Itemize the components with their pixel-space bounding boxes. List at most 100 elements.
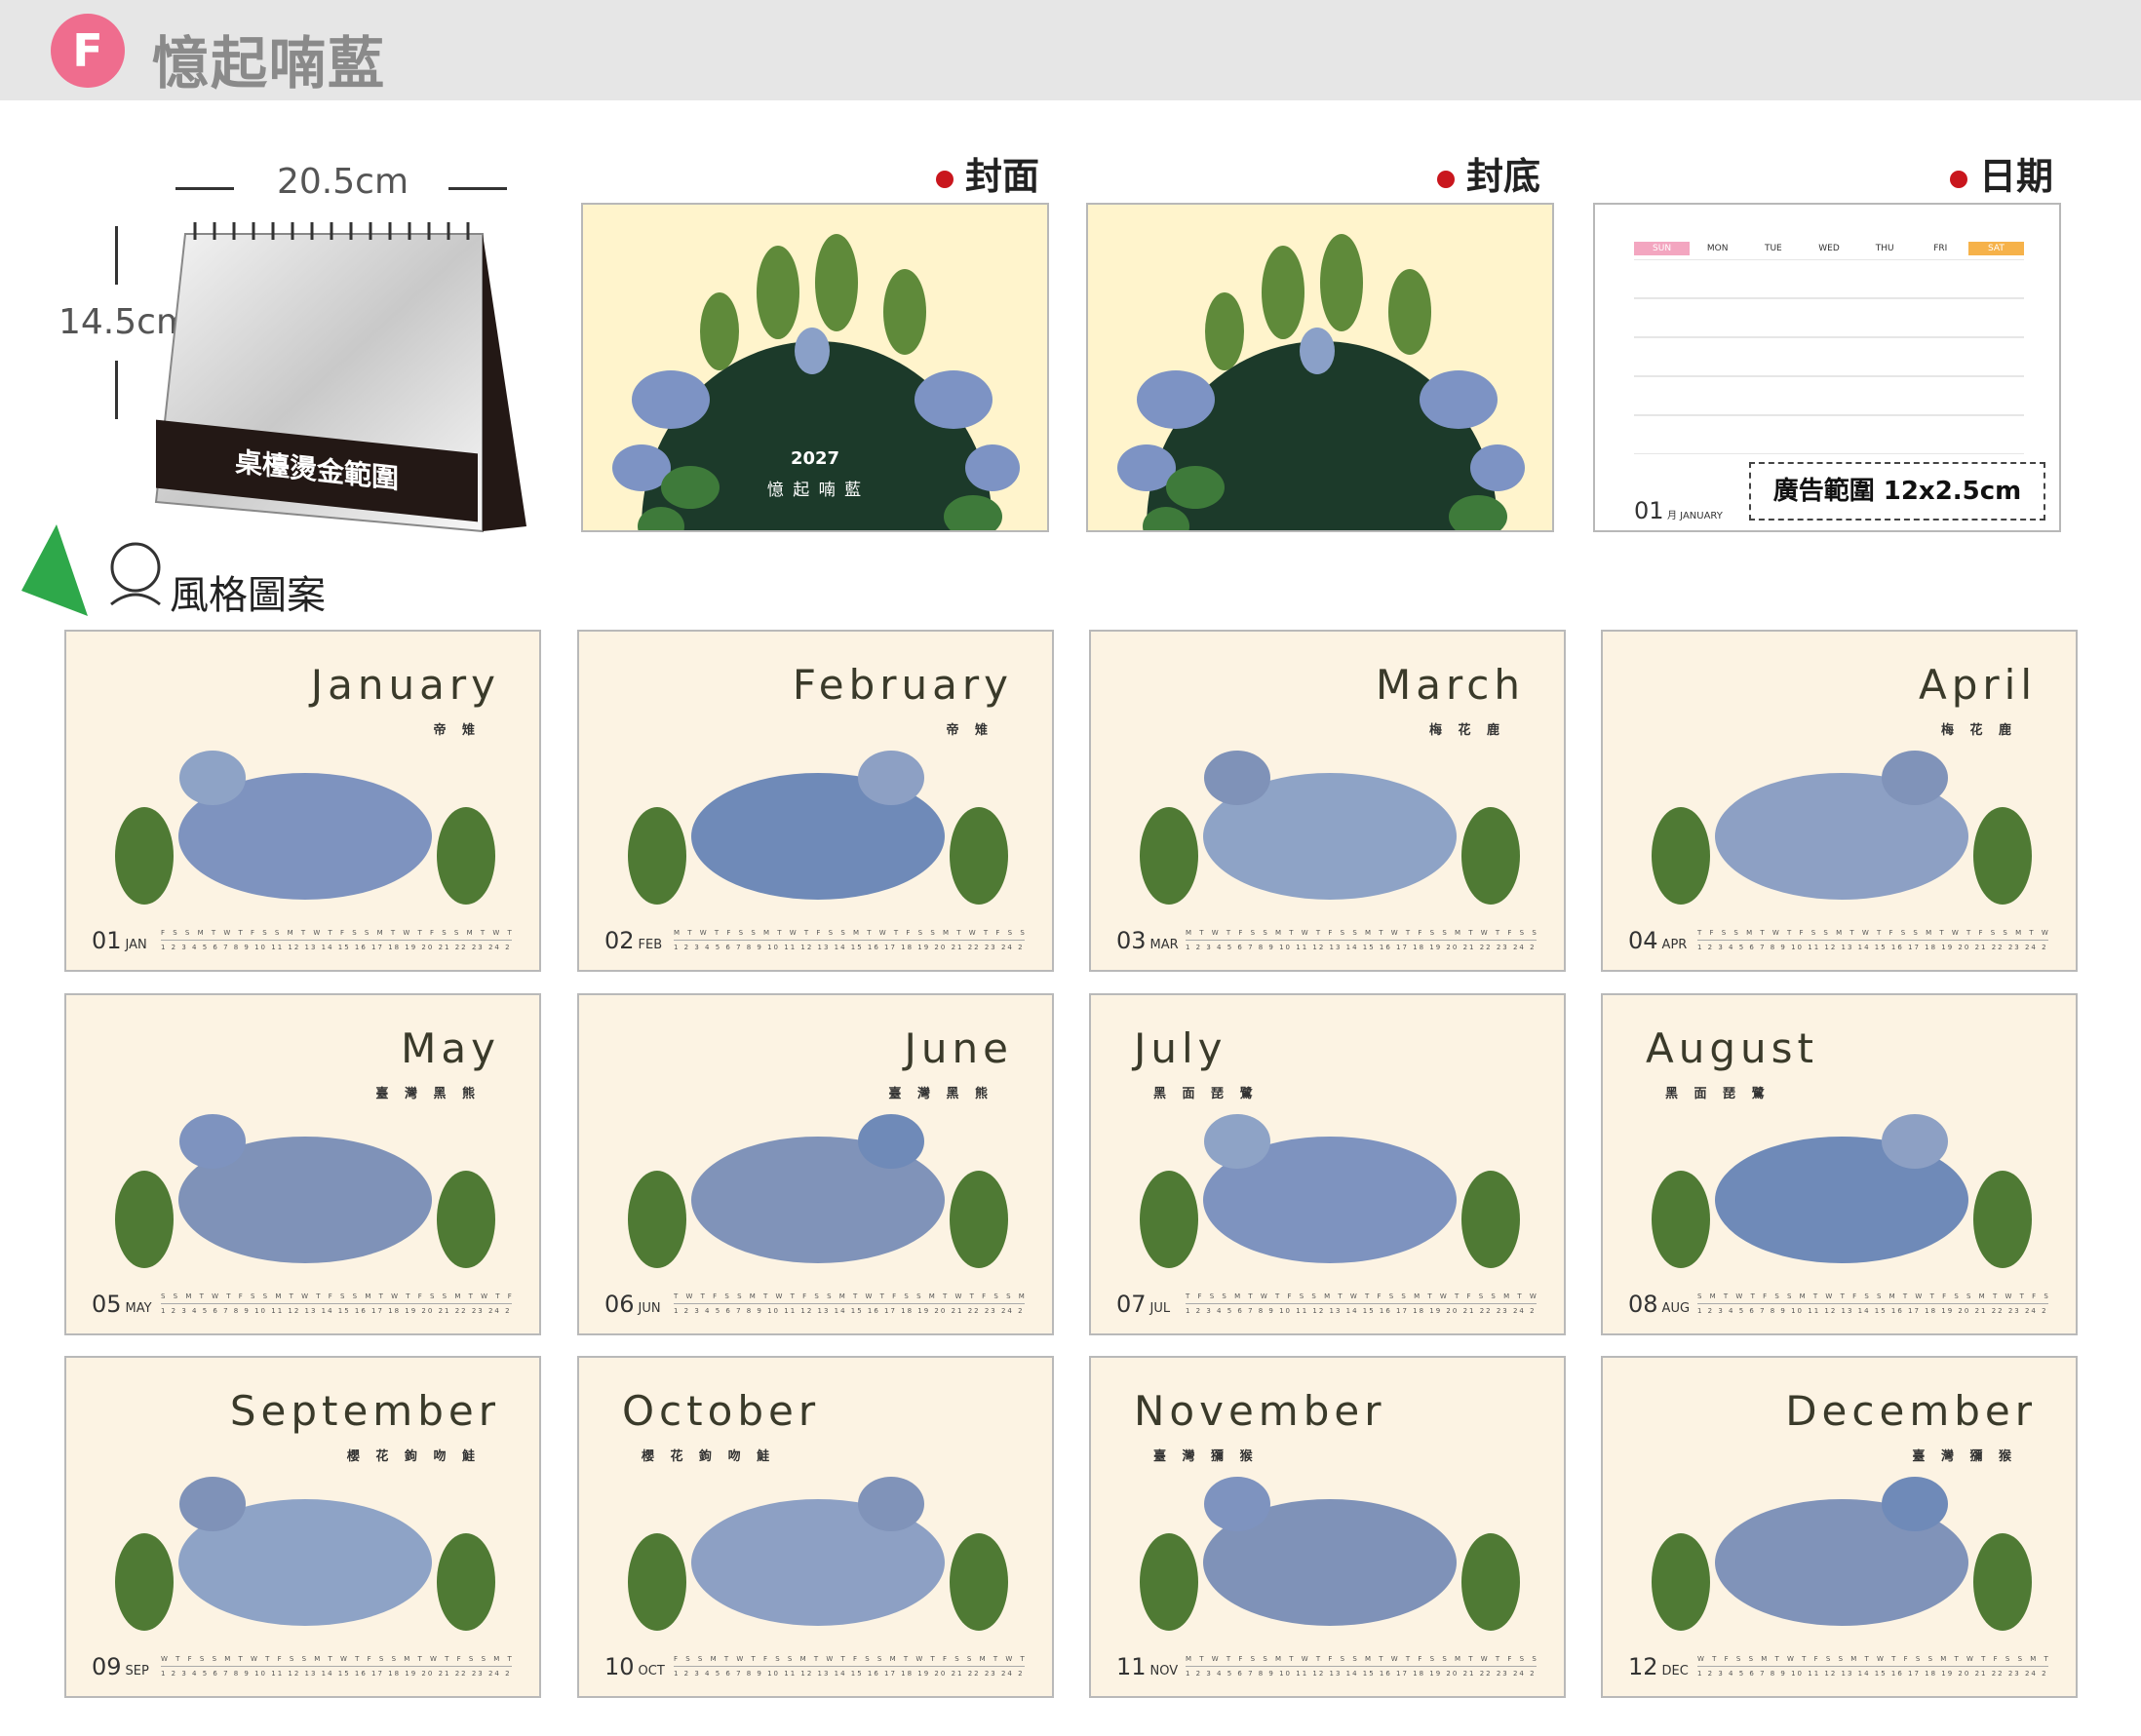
month-name: January [310, 661, 500, 709]
month-number: 06 JUN [604, 1291, 661, 1318]
month-name: July [1134, 1024, 1227, 1072]
month-number: 07 JUL [1116, 1291, 1171, 1318]
animal-name: 臺 灣 黑 熊 [888, 1087, 993, 1101]
girl-face-icon [110, 542, 161, 606]
weekday-sun: SUN [1634, 242, 1691, 255]
triangle-icon [21, 524, 88, 616]
animal-name: 黑 面 琵 鷺 [1153, 1087, 1259, 1101]
red-dot-icon [1950, 170, 1967, 188]
weekday-sat: SAT [1967, 242, 2024, 255]
month-card-february: February 帝 雉 02 FEB M T W T F S S M T W T F … [577, 630, 1054, 972]
month-name: February [792, 661, 1013, 709]
red-dot-icon [1437, 170, 1455, 188]
mini-calendar-strip: M T W T F S S M T W T F S S M T W T F S … [674, 929, 1025, 954]
month-card-april: April 梅 花 鹿 04 APR T F S S M T W T F S S M T… [1601, 630, 2078, 972]
date-panel: SUN MON TUE WED THU FRI SAT 01 月 JANUARY 廣告範圍 … [1593, 203, 2061, 532]
back-label: 封底 [1437, 146, 1540, 200]
back-illustration [1117, 234, 1525, 530]
month-name: December [1785, 1387, 2037, 1435]
month-name: November [1134, 1387, 1386, 1435]
mini-calendar-strip: W T F S S M T W T F S S M T W T F S S M … [1697, 1655, 2048, 1680]
weekday-initials: S S M T W T F S S M T W T F S S M T W T … [161, 1292, 512, 1304]
weekday-initials: T F S S M T W T F S S M T W T F S S M T … [1186, 1292, 1537, 1304]
month-number: 09 SEP [92, 1653, 149, 1680]
month-card-september: September 櫻 花 鉤 吻 鮭 09 SEP W T F S S M T W T… [64, 1356, 541, 1698]
animal-name: 帝 雉 [433, 723, 481, 738]
day-numbers: 1 2 3 4 5 6 7 8 9 10 11 12 13 14 15 16 1… [1697, 944, 2048, 951]
cover-panel: 2027 憶 起 喃 藍 [581, 203, 1049, 532]
animal-name: 臺 灣 黑 熊 [375, 1087, 481, 1101]
cover-year: 2027 [790, 448, 840, 469]
mini-calendar-strip: T W T F S S M T W T F S S M T W T F S S … [674, 1292, 1025, 1318]
month-card-may: May 臺 灣 黑 熊 05 MAY S S M T W T F S S M T W T… [64, 993, 541, 1335]
weekday-initials: W T F S S M T W T F S S M T W T F S S M … [1697, 1655, 2048, 1667]
width-dimension-line-left [175, 187, 234, 190]
month-name: May [401, 1024, 500, 1072]
red-dot-icon [936, 170, 954, 188]
day-numbers: 1 2 3 4 5 6 7 8 9 10 11 12 13 14 15 16 1… [161, 944, 512, 951]
style-section-label: 風格圖案 [170, 573, 326, 618]
day-numbers: 1 2 3 4 5 6 7 8 9 10 11 12 13 14 15 16 1… [1697, 1670, 2048, 1678]
month-number: 11 NOV [1116, 1653, 1179, 1680]
day-numbers: 1 2 3 4 5 6 7 8 9 10 11 12 13 14 15 16 1… [161, 1670, 512, 1678]
animal-name: 臺 灣 獼 猴 [1912, 1449, 2017, 1464]
width-dimension-line-right [448, 187, 507, 190]
height-dimension-line-top [115, 226, 118, 285]
animal-name: 梅 花 鹿 [1428, 723, 1505, 738]
ad-area: 廣告範圍 12x2.5cm [1749, 462, 2045, 521]
month-number: 04 APR [1628, 927, 1688, 954]
animal-name: 櫻 花 鉤 吻 鮭 [642, 1449, 776, 1464]
weekday-fri: FRI [1933, 244, 1948, 253]
desk-calendar-diagram: 20.5cm 14.5cm 桌檯燙金範圍 [39, 146, 585, 533]
month-name: June [904, 1024, 1013, 1072]
weekday-initials: T W T F S S M T W T F S S M T W T F S S … [674, 1292, 1025, 1304]
back-panel [1086, 203, 1554, 532]
day-numbers: 1 2 3 4 5 6 7 8 9 10 11 12 13 14 15 16 1… [1186, 1670, 1537, 1678]
date-month-label: 月 JANUARY [1667, 511, 1723, 521]
month-number: 10 OCT [604, 1653, 665, 1680]
desk-calendar-illustration [154, 222, 526, 533]
animal-name: 梅 花 鹿 [1940, 723, 2017, 738]
weekday-initials: F S S M T W T F S S M T W T F S S M T W … [674, 1655, 1025, 1667]
product-title: 憶起喃藍 [152, 30, 387, 96]
animal-name: 臺 灣 獼 猴 [1153, 1449, 1259, 1464]
animal-name: 黑 面 琵 鷺 [1665, 1087, 1771, 1101]
month-number: 01 JAN [92, 927, 147, 954]
mini-calendar-strip: W T F S S M T W T F S S M T W T F S S M … [161, 1655, 512, 1680]
month-card-december: December 臺 灣 獼 猴 12 DEC W T F S S M T W T F … [1601, 1356, 2078, 1698]
mini-calendar-strip: F S S M T W T F S S M T W T F S S M T W … [161, 929, 512, 954]
mini-calendar-strip: M T W T F S S M T W T F S S M T W T F S … [1186, 929, 1537, 954]
month-card-november: November 臺 灣 獼 猴 11 NOV M T W T F S S M T W … [1089, 1356, 1566, 1698]
month-name: August [1646, 1024, 1818, 1072]
month-card-june: June 臺 灣 黑 熊 06 JUN T W T F S S M T W T F S … [577, 993, 1054, 1335]
day-numbers: 1 2 3 4 5 6 7 8 9 10 11 12 13 14 15 16 1… [674, 1670, 1025, 1678]
mini-calendar-strip: S S M T W T F S S M T W T F S S M T W T … [161, 1292, 512, 1318]
day-numbers: 1 2 3 4 5 6 7 8 9 10 11 12 13 14 15 16 1… [674, 944, 1025, 951]
mini-calendar-strip: T F S S M T W T F S S M T W T F S S M T … [1186, 1292, 1537, 1318]
weekday-tue: TUE [1764, 244, 1782, 253]
cover-label: 封面 [936, 146, 1039, 200]
weekday-header: SUN MON TUE WED THU FRI SAT [1634, 242, 2024, 255]
weekday-initials: M T W T F S S M T W T F S S M T W T F S … [1186, 1655, 1537, 1667]
month-card-march: March 梅 花 鹿 03 MAR M T W T F S S M T W T F S… [1089, 630, 1566, 972]
cover-name: 憶 起 喃 藍 [766, 481, 864, 500]
page-header: F 憶起喃藍 [0, 0, 2141, 100]
mini-calendar-strip: F S S M T W T F S S M T W T F S S M T W … [674, 1655, 1025, 1680]
month-card-july: July 黑 面 琵 鷺 07 JUL T F S S M T W T F S S M … [1089, 993, 1566, 1335]
day-numbers: 1 2 3 4 5 6 7 8 9 10 11 12 13 14 15 16 1… [1186, 1307, 1537, 1315]
day-numbers: 1 2 3 4 5 6 7 8 9 10 11 12 13 14 15 16 1… [1697, 1307, 2048, 1315]
weekday-initials: M T W T F S S M T W T F S S M T W T F S … [1186, 929, 1537, 941]
weekday-initials: T F S S M T W T F S S M T W T F S S M T … [1697, 929, 2048, 941]
month-number: 08 AUG [1628, 1291, 1691, 1318]
weekday-initials: F S S M T W T F S S M T W T F S S M T W … [161, 929, 512, 941]
date-label: 日期 [1950, 146, 2053, 200]
month-card-august: August 黑 面 琵 鷺 08 AUG S M T W T F S S M T W … [1601, 993, 2078, 1335]
weekday-initials: M T W T F S S M T W T F S S M T W T F S … [674, 929, 1025, 941]
height-dimension-line-bottom [115, 361, 118, 419]
mini-calendar-strip: M T W T F S S M T W T F S S M T W T F S … [1186, 1655, 1537, 1680]
day-numbers: 1 2 3 4 5 6 7 8 9 10 11 12 13 14 15 16 1… [161, 1307, 512, 1315]
month-name: March [1375, 661, 1525, 709]
date-month-number: 01 [1634, 497, 1664, 524]
month-number: 12 DEC [1628, 1653, 1689, 1680]
mini-calendar-strip: S M T W T F S S M T W T F S S M T W T F … [1697, 1292, 2048, 1318]
